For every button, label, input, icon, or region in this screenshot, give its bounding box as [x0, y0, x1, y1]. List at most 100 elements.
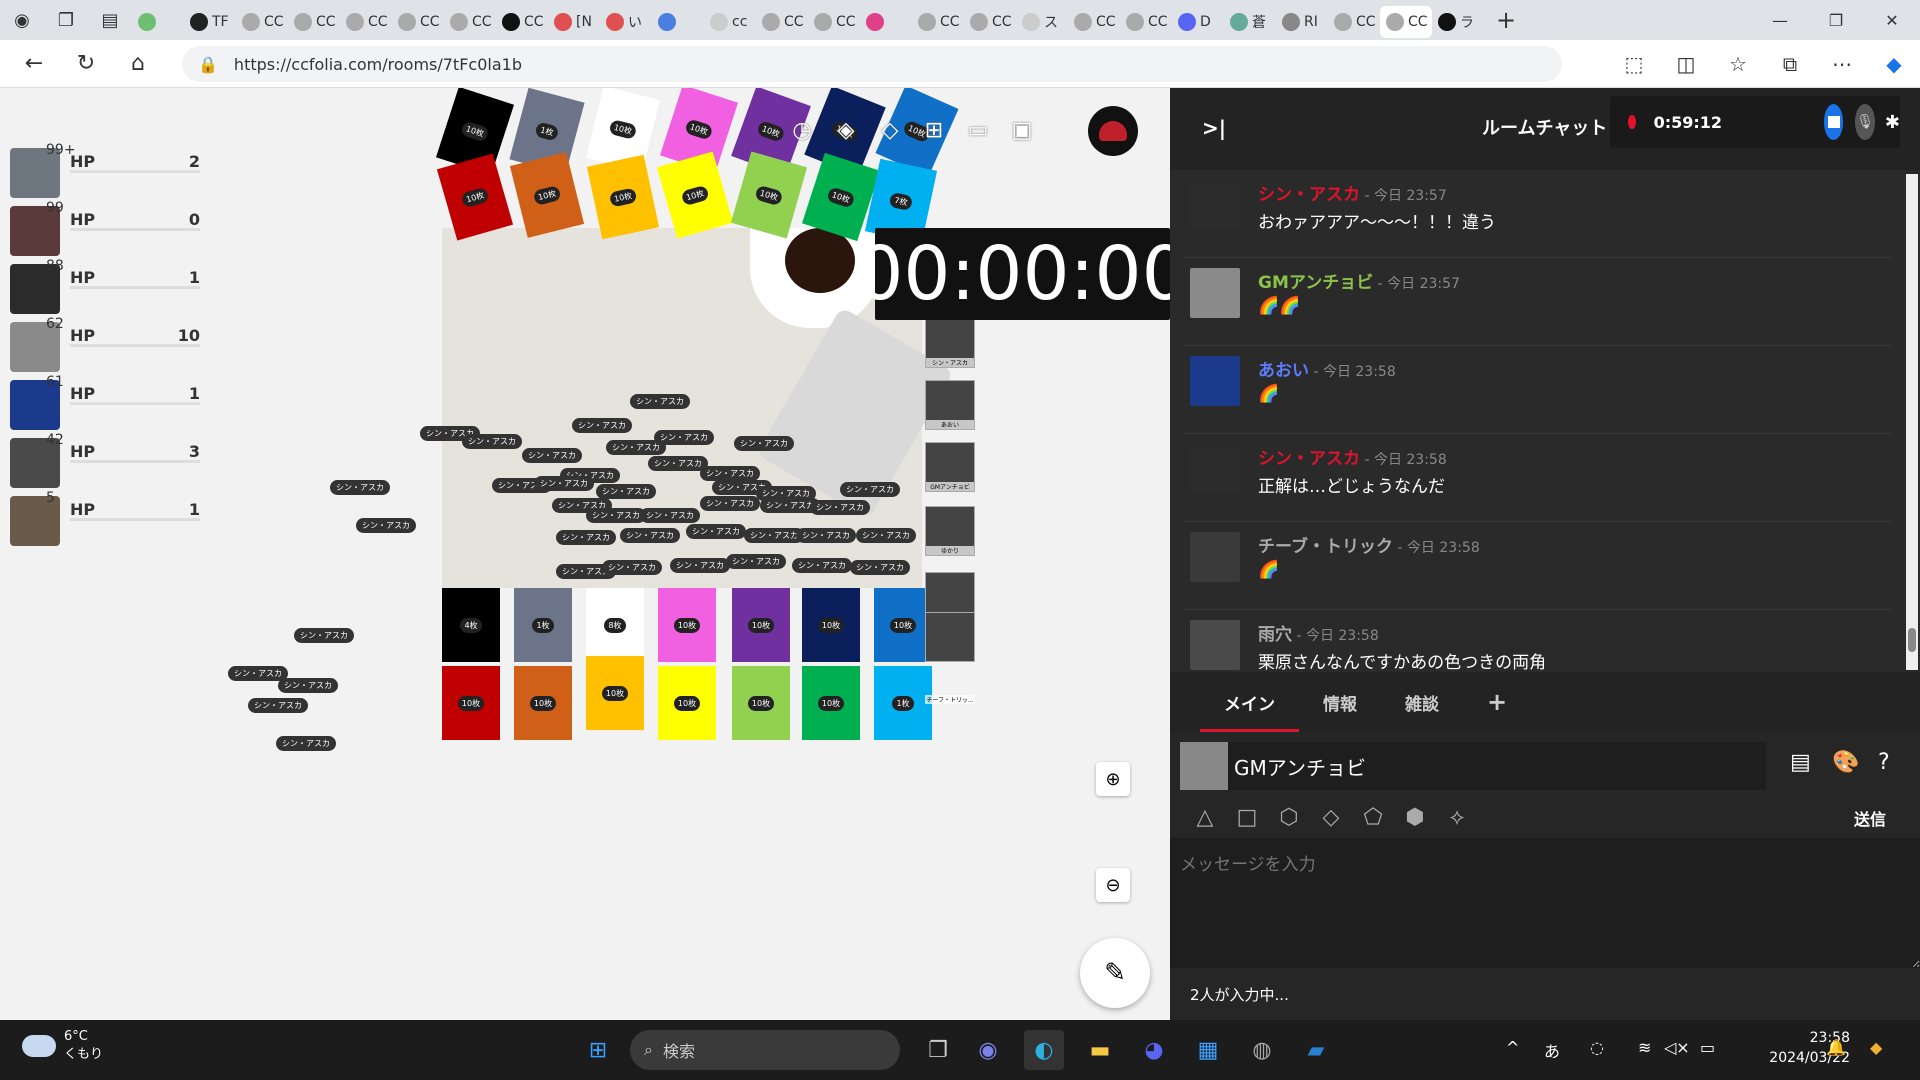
character-piece-tag[interactable]: シン・アスカ — [602, 560, 662, 575]
character-piece-tag[interactable]: シン・アスカ — [330, 480, 390, 495]
character-piece-tag[interactable]: シン・アスカ — [462, 434, 522, 449]
character-row[interactable]: 5 HP 1 — [10, 490, 200, 552]
chat-message[interactable]: チーブ・トリック - 今日 23:58 🌈 — [1184, 522, 1892, 610]
browser-tab[interactable]: ラ — [1432, 6, 1484, 38]
ime-mode-icon[interactable]: ◌ — [1590, 1038, 1604, 1057]
character-row[interactable]: 42 HP 3 — [10, 432, 200, 494]
paint-icon[interactable]: ▰ — [1296, 1030, 1336, 1070]
ime-indicator[interactable]: あ — [1544, 1038, 1560, 1062]
browser-tab[interactable] — [860, 6, 912, 38]
message-avatar[interactable] — [1190, 532, 1240, 582]
character-piece-tag[interactable]: シン・アスカ — [810, 500, 870, 515]
pen-edit-button[interactable]: ✎ — [1080, 938, 1150, 1008]
collapse-panel-icon[interactable]: >| — [1202, 116, 1226, 140]
collections-icon[interactable]: ⧉ — [1764, 52, 1816, 76]
card-deck[interactable]: 10枚 — [658, 666, 716, 740]
app-icon[interactable]: ◍ — [1242, 1030, 1282, 1070]
chat-message[interactable]: GMアンチョビ - 今日 23:57 🌈🌈 — [1184, 258, 1892, 346]
d6-icon[interactable]: □ — [1226, 802, 1268, 832]
character-piece-tag[interactable]: シン・アスカ — [276, 736, 336, 751]
character-piece-tag[interactable]: シン・アスカ — [840, 482, 900, 497]
d8-icon[interactable]: ⬡ — [1268, 802, 1310, 832]
character-piece-tag[interactable]: シン・アスカ — [356, 518, 416, 533]
message-list[interactable]: シン・アスカ - 今日 23:57 おわァアアア〜〜〜！！！違う GMアンチョビ -… — [1184, 170, 1892, 670]
character-piece-tag[interactable]: シン・アスカ — [294, 628, 354, 643]
character-piece-tag[interactable]: シン・アスカ — [640, 508, 700, 523]
browser-tab[interactable]: CC — [912, 6, 964, 38]
tab-chatter[interactable]: 雑談 — [1381, 672, 1463, 732]
card-deck[interactable]: 10枚 — [802, 588, 860, 662]
game-board[interactable]: 99+ HP 2 99 HP 0 88 HP 1 62 HP 10 61 HP 1 42 HP 3 5 HP 1 10枚… — [0, 88, 1170, 1020]
card-deck[interactable]: 10枚 — [656, 151, 734, 239]
edge-icon[interactable]: ◐ — [1024, 1030, 1064, 1070]
browser-tab[interactable]: CC — [236, 6, 288, 38]
character-row[interactable]: 99+ HP 2 — [10, 142, 200, 204]
character-row[interactable]: 62 HP 10 — [10, 316, 200, 378]
card-deck[interactable]: 4枚 — [442, 588, 500, 662]
taskbar-search[interactable]: ⌕ 検索 — [630, 1030, 900, 1070]
tab-info[interactable]: 情報 — [1299, 672, 1381, 732]
card-deck[interactable]: 10枚 — [509, 152, 585, 238]
speaker-selector[interactable]: GMアンチョビ — [1180, 742, 1766, 790]
browser-tab[interactable]: CC — [964, 6, 1016, 38]
tab-main[interactable]: メイン — [1200, 672, 1299, 732]
message-avatar[interactable] — [1190, 444, 1240, 494]
zoom-out-button[interactable]: ⊖ — [1096, 868, 1130, 902]
card-deck[interactable]: 10枚 — [658, 588, 716, 662]
chat-message[interactable]: シン・アスカ - 今日 23:57 おわァアアア〜〜〜！！！違う — [1184, 170, 1892, 258]
d20-icon[interactable]: ⬢ — [1394, 802, 1436, 832]
card-deck[interactable]: 10枚 — [514, 666, 572, 740]
scrollbar[interactable] — [1906, 174, 1918, 670]
browser-tab[interactable]: CC — [392, 6, 444, 38]
scene-icon[interactable]: ▣ — [1000, 110, 1044, 150]
timer-display[interactable]: 00:00:00 — [856, 228, 1170, 320]
copilot-icon[interactable]: ◆ — [1868, 52, 1920, 76]
card-deck[interactable]: 10枚 — [802, 666, 860, 740]
character-piece-tag[interactable]: シン・アスカ — [648, 456, 708, 471]
split-screen-icon[interactable]: ◫ — [1660, 52, 1712, 76]
d10-icon[interactable]: ◇ — [1310, 802, 1352, 832]
history-icon[interactable]: ◷ — [780, 110, 824, 150]
tray-overflow-icon[interactable]: ^ — [1506, 1038, 1519, 1057]
scrollbar-thumb[interactable] — [1908, 628, 1916, 652]
card-deck[interactable]: 10枚 — [732, 588, 790, 662]
character-piece-tag[interactable]: シン・アスカ — [248, 698, 308, 713]
browser-tab[interactable]: CC — [1328, 6, 1380, 38]
browser-tab[interactable] — [132, 6, 184, 38]
back-button[interactable]: ← — [8, 40, 60, 88]
mic-muted-icon[interactable]: 🎙 — [1855, 104, 1875, 140]
close-window-button[interactable]: ✕ — [1864, 0, 1920, 40]
character-piece-tag[interactable]: シン・アスカ — [572, 418, 632, 433]
message-input[interactable] — [1170, 838, 1920, 968]
chat-message[interactable]: あおい - 今日 23:58 🌈 — [1184, 346, 1892, 434]
card-deck[interactable]: 1枚 — [874, 666, 932, 740]
character-piece-tag[interactable]: シン・アスカ — [534, 476, 594, 491]
message-avatar[interactable] — [1190, 180, 1240, 230]
browser-tab[interactable]: CC — [496, 6, 548, 38]
message-avatar[interactable] — [1190, 268, 1240, 318]
side-token[interactable]: ゆかり — [925, 506, 975, 556]
browser-tab[interactable]: CC — [288, 6, 340, 38]
character-row[interactable]: 99 HP 0 — [10, 200, 200, 262]
character-piece-tag[interactable]: シン・アスカ — [630, 394, 690, 409]
tab-actions-icon[interactable]: ▤ — [88, 0, 132, 40]
screen-icon[interactable]: ▭ — [956, 110, 1000, 150]
ccfolia-logo-button[interactable] — [1088, 106, 1138, 156]
workspaces-icon[interactable]: ❐ — [44, 0, 88, 40]
card-deck[interactable]: 10枚 — [442, 666, 500, 740]
character-piece-tag[interactable]: シン・アスカ — [228, 666, 288, 681]
battery-icon[interactable]: ▭ — [1700, 1038, 1715, 1057]
meet-icon[interactable]: ◉ — [968, 1030, 1008, 1070]
character-piece-tag[interactable]: シン・アスカ — [522, 448, 582, 463]
send-button[interactable]: 送信 — [1854, 806, 1886, 830]
new-tab-button[interactable]: + — [1484, 0, 1528, 40]
wifi-icon[interactable]: ≋ — [1638, 1038, 1651, 1057]
profile-icon[interactable]: ◉ — [0, 0, 44, 40]
browser-tab[interactable]: CC — [444, 6, 496, 38]
layers-outline-icon[interactable]: ◇ — [868, 110, 912, 150]
card-deck[interactable]: 10枚 — [730, 151, 808, 239]
character-piece-tag[interactable]: シン・アスカ — [670, 558, 730, 573]
side-token[interactable]: シン・アスカ — [925, 318, 975, 368]
card-deck[interactable]: 10枚 — [874, 588, 932, 662]
character-piece-tag[interactable]: シン・アスカ — [726, 554, 786, 569]
